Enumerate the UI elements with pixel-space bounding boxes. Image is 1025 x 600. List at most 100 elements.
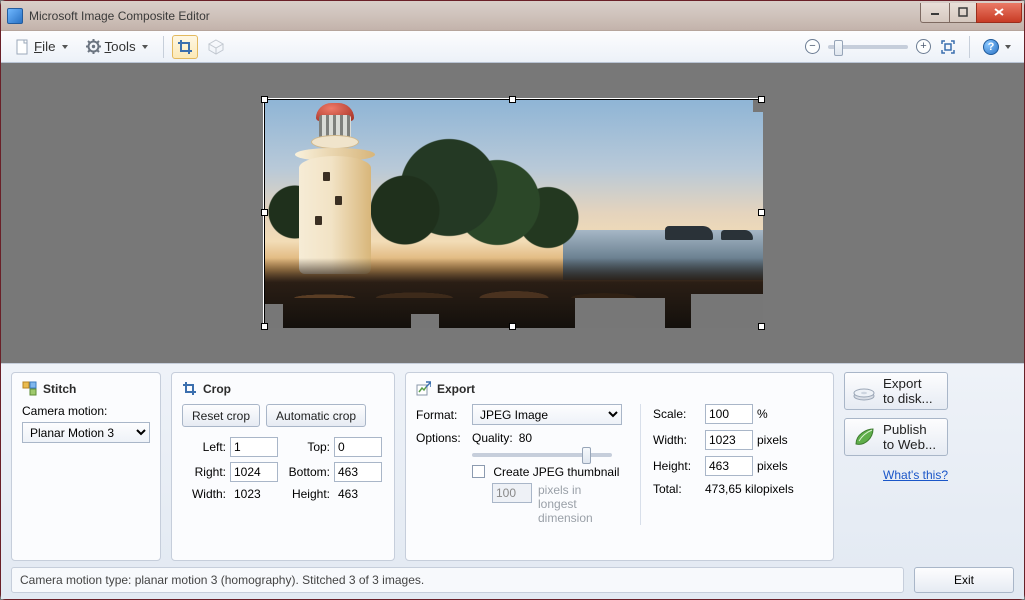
- camera-motion-select[interactable]: Planar Motion 3: [22, 422, 150, 443]
- crop-handle-e[interactable]: [758, 209, 765, 216]
- side-actions: Exportto disk... Publishto Web... What's…: [844, 372, 948, 561]
- export-disk-l2: to disk...: [883, 391, 933, 406]
- toolbar-separator: [163, 36, 164, 58]
- export-width-input[interactable]: [705, 430, 753, 450]
- reset-crop-button[interactable]: Reset crop: [182, 404, 260, 427]
- exit-button[interactable]: Exit: [914, 567, 1014, 593]
- panel-separator: [640, 404, 641, 525]
- fit-to-screen-button[interactable]: [935, 35, 961, 59]
- bottom-deck: Stitch Camera motion: Planar Motion 3 Cr…: [1, 363, 1024, 599]
- thumbnail-size-hint: pixels in longest dimension: [538, 483, 622, 525]
- create-thumbnail-checkbox[interactable]: [472, 465, 485, 478]
- whats-this-link[interactable]: What's this?: [844, 468, 948, 482]
- format-label: Format:: [416, 408, 468, 422]
- options-label: Options:: [416, 431, 468, 445]
- export-icon: [416, 381, 431, 396]
- disk-icon: [853, 380, 875, 402]
- maximize-button[interactable]: [949, 3, 977, 23]
- crop-icon: [182, 381, 197, 396]
- crop-right-input[interactable]: [230, 462, 278, 482]
- crop-handle-se[interactable]: [758, 323, 765, 330]
- chevron-down-icon: [1005, 45, 1011, 49]
- close-icon: [993, 7, 1005, 17]
- crop-title: Crop: [203, 382, 231, 396]
- export-height-unit: pixels: [757, 459, 788, 473]
- tools-menu-rest: ools: [111, 39, 135, 54]
- file-menu-access: F: [34, 39, 42, 54]
- toolbar-separator: [969, 36, 970, 58]
- crop-left-label: Left:: [182, 440, 230, 454]
- file-menu[interactable]: File: [9, 35, 75, 59]
- tools-menu[interactable]: Tools: [79, 35, 155, 58]
- cube-icon: [207, 39, 225, 55]
- zoom-slider-thumb[interactable]: [834, 40, 843, 56]
- zoom-out-button[interactable]: −: [805, 39, 820, 54]
- format-select[interactable]: JPEG Image: [472, 404, 622, 425]
- export-height-label: Height:: [653, 459, 701, 473]
- crop-bottom-label: Bottom:: [280, 465, 334, 479]
- crop-handle-w[interactable]: [261, 209, 268, 216]
- stitch-panel: Stitch Camera motion: Planar Motion 3: [11, 372, 161, 561]
- crop-width-value: 1023: [230, 487, 280, 501]
- app-icon: [7, 8, 23, 24]
- file-icon: [16, 39, 30, 55]
- crop-handle-ne[interactable]: [758, 96, 765, 103]
- crop-handle-s[interactable]: [509, 323, 516, 330]
- crop-height-value: 463: [334, 487, 384, 501]
- export-width-unit: pixels: [757, 433, 788, 447]
- crop-width-label: Width:: [182, 487, 230, 501]
- crop-rectangle[interactable]: [264, 99, 762, 327]
- export-height-input[interactable]: [705, 456, 753, 476]
- crop-panel: Crop Reset crop Automatic crop Left: Top…: [171, 372, 395, 561]
- zoom-slider[interactable]: [828, 45, 908, 49]
- publish-l1: Publish: [883, 422, 927, 437]
- export-disk-l1: Export: [883, 376, 922, 391]
- crop-height-label: Height:: [280, 487, 334, 501]
- window-title: Microsoft Image Composite Editor: [29, 9, 210, 23]
- toolbar: File Tools − +: [1, 31, 1024, 63]
- minimize-button[interactable]: [920, 3, 950, 23]
- maximize-icon: [958, 7, 968, 17]
- stitch-title: Stitch: [43, 382, 76, 396]
- export-width-label: Width:: [653, 433, 701, 447]
- crop-handle-nw[interactable]: [261, 96, 268, 103]
- export-title: Export: [437, 382, 475, 396]
- automatic-crop-button[interactable]: Automatic crop: [266, 404, 366, 427]
- crop-left-input[interactable]: [230, 437, 278, 457]
- quality-slider[interactable]: [472, 453, 612, 457]
- crop-top-input[interactable]: [334, 437, 382, 457]
- canvas[interactable]: [1, 63, 1024, 363]
- stitch-icon: [22, 381, 37, 396]
- crop-right-label: Right:: [182, 465, 230, 479]
- zoom-in-button[interactable]: +: [916, 39, 931, 54]
- create-thumbnail-label: Create JPEG thumbnail: [493, 465, 619, 479]
- crop-icon: [177, 39, 193, 55]
- crop-tool-button[interactable]: [172, 35, 198, 59]
- export-panel: Export Format: JPEG Image Options: Quali…: [405, 372, 834, 561]
- rotate-3d-button[interactable]: [202, 35, 230, 59]
- minimize-icon: [930, 7, 940, 17]
- crop-bottom-input[interactable]: [334, 462, 382, 482]
- scale-label: Scale:: [653, 407, 701, 421]
- panorama-image: [265, 100, 763, 328]
- status-bar: Camera motion type: planar motion 3 (hom…: [11, 567, 904, 593]
- quality-slider-thumb[interactable]: [582, 447, 591, 464]
- publish-l2: to Web...: [883, 437, 936, 452]
- scale-input[interactable]: [705, 404, 753, 424]
- export-total-value: 473,65 kilopixels: [705, 482, 794, 496]
- publish-to-web-button[interactable]: Publishto Web...: [844, 418, 948, 456]
- quality-value: 80: [519, 431, 532, 445]
- crop-handle-sw[interactable]: [261, 323, 268, 330]
- help-icon: ?: [983, 39, 999, 55]
- close-button[interactable]: [976, 3, 1022, 23]
- chevron-down-icon: [142, 45, 148, 49]
- fit-screen-icon: [940, 39, 956, 55]
- export-total-label: Total:: [653, 482, 701, 496]
- chevron-down-icon: [62, 45, 68, 49]
- crop-top-label: Top:: [280, 440, 334, 454]
- titlebar: Microsoft Image Composite Editor: [1, 1, 1024, 31]
- export-to-disk-button[interactable]: Exportto disk...: [844, 372, 948, 410]
- crop-handle-n[interactable]: [509, 96, 516, 103]
- thumbnail-size-input: [492, 483, 532, 503]
- help-menu[interactable]: ?: [978, 35, 1016, 59]
